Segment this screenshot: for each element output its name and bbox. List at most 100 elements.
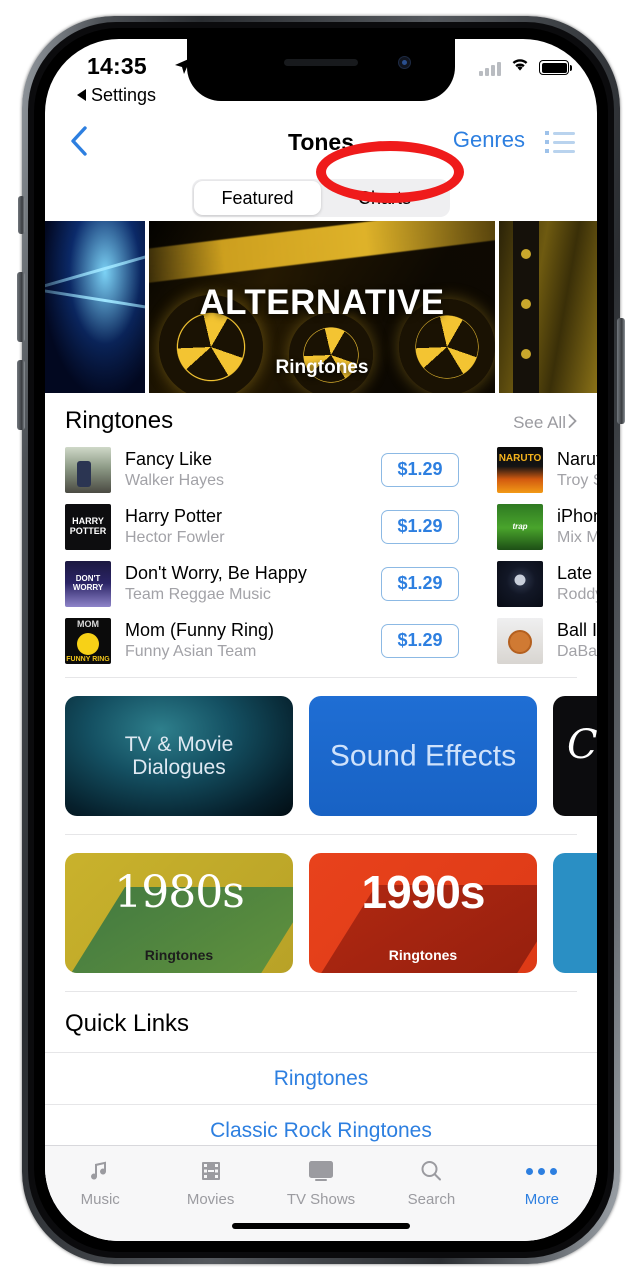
magnifier-icon bbox=[418, 1156, 444, 1186]
category-card-1980s[interactable]: 1980s Ringtones bbox=[65, 853, 293, 973]
music-note-icon bbox=[87, 1156, 113, 1186]
see-all-label: See All bbox=[513, 413, 566, 432]
list-item[interactable]: MOM FUNNY RING Mom (Funny Ring) Funny Asi… bbox=[65, 612, 477, 669]
hero-title: ALTERNATIVE bbox=[199, 283, 445, 322]
card-label: Sound Effects bbox=[329, 739, 517, 773]
hero-hole-decoration bbox=[521, 349, 531, 359]
tone-artist: Team Reggae Music bbox=[125, 586, 271, 603]
front-camera bbox=[398, 56, 411, 69]
price-button[interactable]: $1.29 bbox=[381, 452, 459, 487]
notch bbox=[187, 39, 455, 101]
tone-title: Mom (Funny Ring) bbox=[125, 620, 275, 640]
tone-artist: DaBaby bbox=[557, 643, 597, 660]
genres-button[interactable]: Genres bbox=[453, 127, 525, 153]
script-letter-decoration: C bbox=[567, 722, 597, 768]
hero-beam-decoration bbox=[149, 221, 495, 286]
quick-links-title: Quick Links bbox=[65, 1010, 190, 1037]
tone-title: Fancy Like bbox=[125, 449, 213, 469]
tab-label: More bbox=[524, 1191, 559, 1208]
segmented-control[interactable]: Featured Charts bbox=[192, 179, 450, 217]
category-card-black[interactable]: C bbox=[553, 696, 597, 816]
ringtones-column-two: NARUTO Naruto (Trap Troy Simon trap iPho… bbox=[477, 441, 597, 669]
list-item[interactable]: HARRY POTTER Harry Potter Hector Fowler $… bbox=[65, 498, 477, 555]
tone-title: iPhone Openi bbox=[557, 506, 597, 526]
volume-down-button[interactable] bbox=[17, 360, 25, 430]
tab-label: Search bbox=[407, 1191, 456, 1208]
tab-label: TV Shows bbox=[286, 1191, 356, 1208]
hero-card-laser[interactable] bbox=[45, 221, 145, 393]
category-card-1990s[interactable]: 1990s Ringtones bbox=[309, 853, 537, 973]
tab-featured[interactable]: Featured bbox=[194, 181, 321, 215]
tab-movies[interactable]: Movies bbox=[155, 1156, 265, 1208]
status-icons bbox=[479, 57, 572, 78]
card-label: 1990s bbox=[361, 866, 486, 918]
see-all-button[interactable]: See All bbox=[513, 413, 577, 433]
tab-label: Music bbox=[80, 1191, 120, 1208]
tone-artist: Roddy Ricch bbox=[557, 586, 597, 603]
tone-title: Late at Night bbox=[557, 563, 597, 583]
back-to-settings-label: Settings bbox=[91, 85, 157, 105]
category-card-blue[interactable] bbox=[553, 853, 597, 973]
volume-up-button[interactable] bbox=[17, 272, 25, 342]
tone-artist: Mix Max Remi bbox=[557, 529, 597, 546]
artwork-thumbnail: MOM FUNNY RING bbox=[65, 617, 111, 664]
back-triangle-icon bbox=[77, 85, 87, 106]
film-strip-icon bbox=[198, 1156, 224, 1186]
list-item[interactable]: Fancy Like Walker Hayes $1.29 bbox=[65, 441, 477, 498]
tab-music[interactable]: Music bbox=[45, 1156, 155, 1208]
tab-more[interactable]: More bbox=[487, 1156, 597, 1208]
ringtones-columns[interactable]: Fancy Like Walker Hayes $1.29 HARRY POTTE… bbox=[45, 441, 597, 669]
home-indicator[interactable] bbox=[232, 1223, 410, 1229]
quick-link-ringtones[interactable]: Ringtones bbox=[45, 1052, 597, 1104]
navigation-bar: Tones Genres bbox=[45, 115, 597, 169]
list-item[interactable]: Ball If I Want DaBaby bbox=[497, 612, 597, 669]
tone-artist: Funny Asian Team bbox=[125, 643, 257, 660]
category-card-tv-movie-dialogues[interactable]: TV & Movie Dialogues bbox=[65, 696, 293, 816]
section-title: Ringtones bbox=[65, 407, 174, 434]
cellular-signal-icon bbox=[479, 60, 501, 76]
price-button[interactable]: $1.29 bbox=[381, 509, 459, 544]
artwork-thumbnail: DON'T WORRY bbox=[65, 560, 111, 607]
list-item[interactable]: NARUTO Naruto (Trap Troy Simon bbox=[497, 441, 597, 498]
tab-label: Movies bbox=[186, 1191, 235, 1208]
card-label: 1980s bbox=[114, 867, 245, 918]
price-button[interactable]: $1.29 bbox=[381, 623, 459, 658]
power-button[interactable] bbox=[617, 318, 625, 424]
tone-artist: Hector Fowler bbox=[125, 529, 225, 546]
hero-card-gold[interactable] bbox=[499, 221, 597, 393]
list-item[interactable]: trap iPhone Openi Mix Max Remi bbox=[497, 498, 597, 555]
tone-artist: Walker Hayes bbox=[125, 472, 224, 489]
screenshot-stage: 14:35 Settings Tones Genres Featured Cha… bbox=[0, 0, 642, 1280]
hero-carousel[interactable]: ALTERNATIVE Ringtones bbox=[45, 221, 597, 393]
silent-switch[interactable] bbox=[18, 196, 25, 234]
tab-search[interactable]: Search bbox=[376, 1156, 486, 1208]
hero-card-alternative[interactable]: ALTERNATIVE Ringtones bbox=[149, 221, 495, 393]
scroll-content[interactable]: ALTERNATIVE Ringtones Ringtones See All bbox=[45, 221, 597, 1241]
card-label: TV & Movie Dialogues bbox=[124, 732, 234, 779]
artwork-thumbnail bbox=[497, 560, 543, 607]
tone-title: Harry Potter bbox=[125, 506, 223, 526]
tone-title: Don't Worry, Be Happy bbox=[125, 563, 307, 583]
category-card-sound-effects[interactable]: Sound Effects bbox=[309, 696, 537, 816]
card-sublabel: Ringtones bbox=[388, 947, 458, 963]
list-item[interactable]: Late at Night Roddy Ricch bbox=[497, 555, 597, 612]
earpiece-speaker bbox=[284, 59, 358, 66]
artwork-thumbnail bbox=[497, 617, 543, 664]
tab-charts[interactable]: Charts bbox=[321, 181, 448, 215]
category-card-row-one[interactable]: TV & Movie Dialogues Sound Effects C bbox=[45, 678, 597, 816]
tone-title: Ball If I Want bbox=[557, 620, 597, 640]
battery-full-icon bbox=[539, 60, 572, 75]
price-button[interactable]: $1.29 bbox=[381, 566, 459, 601]
ringtones-column-one: Fancy Like Walker Hayes $1.29 HARRY POTTE… bbox=[45, 441, 477, 669]
tab-tv-shows[interactable]: TV Shows bbox=[266, 1156, 376, 1208]
television-icon bbox=[307, 1156, 335, 1186]
back-to-settings-link[interactable]: Settings bbox=[77, 85, 156, 106]
segmented-control-wrap: Featured Charts bbox=[45, 179, 597, 217]
tone-title: Naruto (Trap bbox=[557, 449, 597, 469]
category-card-row-two[interactable]: 1980s Ringtones 1990s Ringtones bbox=[45, 835, 597, 973]
chevron-right-icon bbox=[568, 413, 577, 433]
artwork-thumbnail bbox=[65, 446, 111, 493]
list-item[interactable]: DON'T WORRY Don't Worry, Be Happy Team Re… bbox=[65, 555, 477, 612]
list-view-icon[interactable] bbox=[545, 131, 575, 158]
artwork-thumbnail: trap bbox=[497, 503, 543, 550]
